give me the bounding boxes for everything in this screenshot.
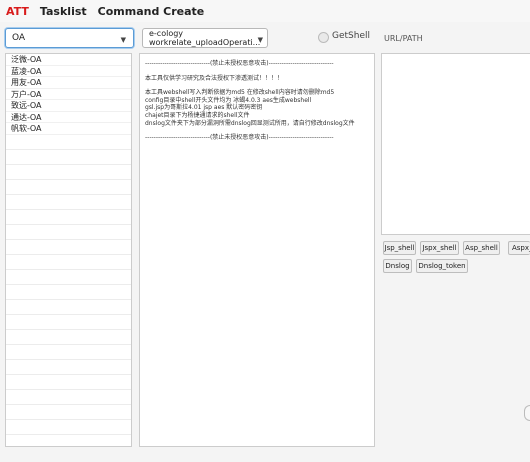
- list-item-empty: [6, 285, 131, 300]
- list-item-empty: [6, 405, 131, 420]
- list-item-empty: [6, 165, 131, 180]
- list-item-empty: [6, 150, 131, 165]
- getshell-radio[interactable]: [318, 32, 329, 43]
- list-item-empty: [6, 315, 131, 330]
- list-item-empty: [6, 225, 131, 240]
- menu-tasklist[interactable]: Tasklist: [40, 5, 87, 18]
- list-item-empty: [6, 255, 131, 270]
- aspx-shell-button[interactable]: Aspx_: [508, 241, 530, 255]
- list-item[interactable]: 帆软-OA: [6, 123, 131, 135]
- list-item-empty: [6, 270, 131, 285]
- oa-list: 泛微-OA 蓝凌-OA 用友-OA 万户-OA 致远-OA 通达-OA 帆软-O…: [5, 53, 132, 447]
- info-line: 本工具仅供学习研究及合法授权下渗透测试！！！！: [145, 74, 284, 82]
- info-line: chajet目录下为杨捷通请求的shell文件: [145, 111, 250, 119]
- jsp-shell-button[interactable]: Jsp_shell: [383, 241, 416, 255]
- list-item-empty: [6, 135, 131, 150]
- info-line: gsl.jsp为哥斯拉4.01 jsp aes 默认密码密钥: [145, 104, 263, 112]
- chevron-down-icon: ▼: [257, 36, 263, 44]
- list-item-empty: [6, 210, 131, 225]
- list-item-empty: [6, 420, 131, 435]
- info-line: 本工具webshell写入判断依据为md5 在修改shell内容时请勿删除md5: [145, 89, 335, 97]
- info-text-area[interactable]: ------------------------------(禁止未授权恶意攻击…: [139, 53, 375, 447]
- list-item-empty: [6, 240, 131, 255]
- list-item-empty: [6, 375, 131, 390]
- list-item[interactable]: 用友-OA: [6, 77, 131, 89]
- dnslog-token-button[interactable]: Dnslog_token: [416, 259, 468, 273]
- list-item-empty: [6, 345, 131, 360]
- exploit-select[interactable]: e-cology workrelate_uploadOperati... ▼: [142, 28, 268, 48]
- url-path-label: URL/PATH: [384, 34, 423, 43]
- info-line: ------------------------------(禁止未授权恶意攻击…: [145, 134, 334, 142]
- getshell-label: GetShell: [332, 31, 370, 41]
- asp-shell-button[interactable]: Asp_shell: [463, 241, 500, 255]
- list-item-empty: [6, 300, 131, 315]
- oa-type-select[interactable]: OA ▼: [5, 28, 134, 48]
- list-item[interactable]: 万户-OA: [6, 89, 131, 100]
- menu-command-create[interactable]: Command Create: [98, 5, 205, 18]
- dnslog-button[interactable]: Dnslog: [383, 259, 412, 273]
- jspx-shell-button[interactable]: Jspx_shell: [420, 241, 459, 255]
- list-item[interactable]: 致远-OA: [6, 100, 131, 112]
- menu-att[interactable]: ATT: [6, 5, 29, 18]
- list-item-empty: [6, 390, 131, 405]
- list-item-empty: [6, 180, 131, 195]
- list-item-empty: [6, 330, 131, 345]
- list-item[interactable]: 泛微-OA: [6, 54, 131, 66]
- exploit-value: e-cology workrelate_uploadOperati...: [149, 29, 261, 47]
- list-item[interactable]: 蓝凌-OA: [6, 66, 131, 77]
- oa-type-value: OA: [12, 33, 26, 43]
- list-item-empty: [6, 195, 131, 210]
- info-line: ------------------------------(禁止未授权恶意攻击…: [145, 60, 334, 67]
- list-item-empty: [6, 360, 131, 375]
- list-item[interactable]: 通达-OA: [6, 112, 131, 123]
- url-path-input[interactable]: [381, 53, 530, 235]
- scroll-handle[interactable]: [524, 405, 530, 421]
- chevron-down-icon: ▼: [120, 36, 126, 44]
- menu-bar: ATT Tasklist Command Create: [0, 0, 530, 22]
- info-line: dnslog文件夹下为部分漏洞所需dnslog回显测试所用，请自行修改dnslo…: [145, 119, 355, 127]
